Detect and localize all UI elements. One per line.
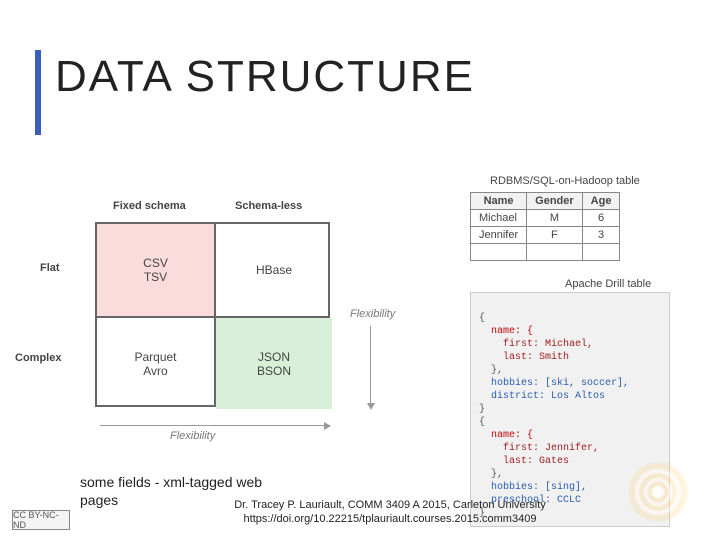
row-label-flat: Flat xyxy=(40,262,60,274)
table-row: Jennifer F 3 xyxy=(471,227,620,244)
rdbms-th-name: Name xyxy=(471,193,527,210)
page-title: DATA STRUCTURE xyxy=(55,52,475,102)
cc-license-icon: CC BY-NC-ND xyxy=(12,510,70,530)
flexibility-label-bottom: Flexibility xyxy=(170,430,215,442)
col-header-fixed: Fixed schema xyxy=(113,200,186,212)
cell-json-bson: JSON BSON xyxy=(216,318,332,409)
col-header-schemaless: Schema-less xyxy=(235,200,302,212)
rdbms-label: RDBMS/SQL-on-Hadoop table xyxy=(490,175,640,187)
arrow-right-icon xyxy=(100,425,325,426)
credit-line2: https://doi.org/10.22215/tplauriault.cou… xyxy=(175,512,605,526)
fragment-line2: pages xyxy=(80,492,118,508)
rdbms-table: Name Gender Age Michael M 6 Jennifer F 3 xyxy=(470,192,620,261)
fragment-line1: some fields - xml-tagged web xyxy=(80,474,262,490)
title-accent-bar xyxy=(35,50,41,135)
row-label-complex: Complex xyxy=(15,352,61,364)
arrow-down-icon xyxy=(370,326,371,404)
table-row: Michael M 6 xyxy=(471,210,620,227)
drill-label: Apache Drill table xyxy=(565,278,651,290)
cell-hbase: HBase xyxy=(216,224,332,316)
rdbms-th-age: Age xyxy=(582,193,620,210)
radial-graphic-icon xyxy=(628,462,688,522)
table-row xyxy=(471,244,620,261)
cell-csv-tsv: CSV TSV xyxy=(97,224,214,316)
schema-matrix: Fixed schema Schema-less Flat Complex CS… xyxy=(95,222,330,407)
credit-line1: Dr. Tracey P. Lauriault, COMM 3409 A 201… xyxy=(175,498,605,512)
rdbms-th-gender: Gender xyxy=(527,193,583,210)
flexibility-label-right: Flexibility xyxy=(350,308,395,320)
grid-box: CSV TSV HBase Parquet Avro JSON BSON xyxy=(95,222,330,407)
cell-parquet-avro: Parquet Avro xyxy=(97,318,214,409)
credit-block: Dr. Tracey P. Lauriault, COMM 3409 A 201… xyxy=(175,498,605,527)
